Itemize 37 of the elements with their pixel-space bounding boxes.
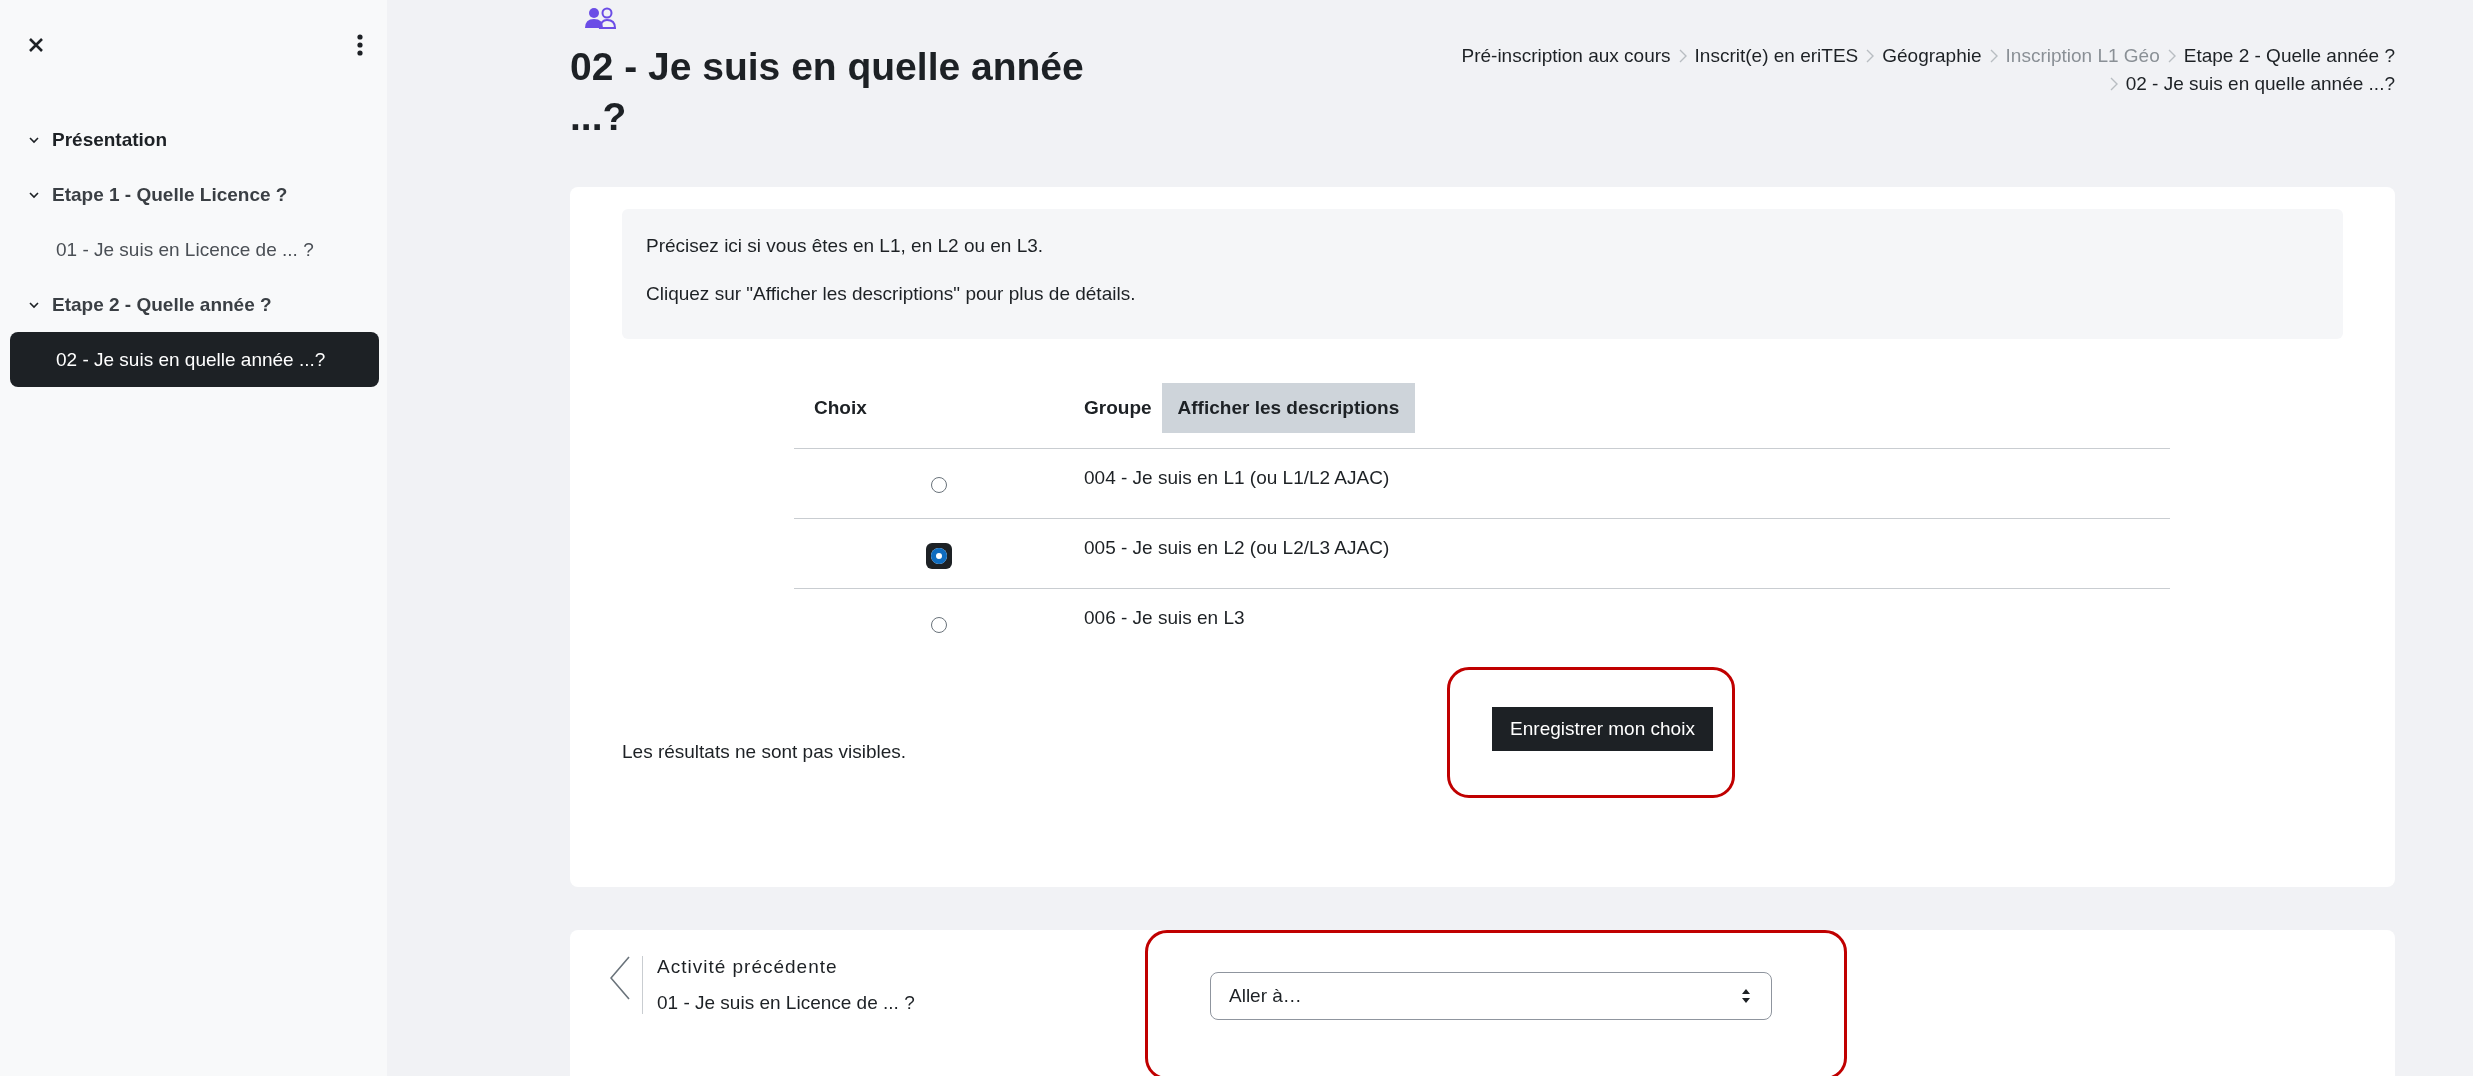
previous-activity-link[interactable]: 01 - Je suis en Licence de ... ? bbox=[657, 992, 915, 1014]
section-title[interactable]: Etape 2 - Quelle année ? bbox=[52, 293, 272, 316]
close-icon bbox=[28, 37, 44, 53]
breadcrumb-link[interactable]: Géographie bbox=[1882, 42, 1982, 70]
intro-text: Précisez ici si vous êtes en L1, en L2 ou en L3. bbox=[646, 235, 1045, 257]
breadcrumb-link[interactable]: 02 - Je suis en quelle année ...? bbox=[2125, 70, 2395, 98]
users-icon bbox=[585, 6, 617, 32]
chevron-left-icon[interactable] bbox=[610, 956, 630, 1000]
chevron-right-icon bbox=[2109, 77, 2118, 91]
breadcrumb-link[interactable]: Inscrit(e) en eriTES bbox=[1694, 42, 1859, 70]
results-note: Les résultats ne sont pas visibles. bbox=[622, 740, 908, 763]
option-label: 005 - Je suis en L2 (ou L2/L3 AJAC) bbox=[1084, 537, 1390, 558]
option-label: 004 - Je suis en L1 (ou L1/L2 AJAC) bbox=[1084, 467, 1390, 488]
section-title[interactable]: Présentation bbox=[52, 128, 168, 151]
save-choice-button[interactable]: Enregistrer mon choix bbox=[1492, 706, 1713, 751]
option-label: 006 - Je suis en L3 bbox=[1084, 607, 1245, 628]
jump-to-select[interactable]: Aller à… bbox=[1210, 972, 1772, 1020]
chevron-right-icon bbox=[1989, 49, 1998, 63]
more-options-button[interactable] bbox=[357, 34, 363, 56]
chevron-right-icon bbox=[1678, 49, 1687, 63]
radio-button[interactable] bbox=[926, 543, 952, 569]
chevron-right-icon bbox=[1866, 49, 1875, 63]
intro-text: Cliquez sur "Afficher les descriptions" pour plus de détails. bbox=[646, 283, 1137, 305]
section-title[interactable]: Etape 1 - Quelle Licence ? bbox=[52, 183, 288, 206]
breadcrumb-link[interactable]: Etape 2 - Quelle année ? bbox=[2183, 42, 2395, 70]
course-index-item[interactable]: 02 - Je suis en quelle année ...? bbox=[10, 332, 379, 387]
page-title: 02 - Je suis en quelle année ...? bbox=[570, 44, 1085, 140]
column-header: Groupe bbox=[1084, 397, 1152, 419]
sort-arrows-icon bbox=[1741, 988, 1751, 1004]
close-button[interactable] bbox=[28, 37, 44, 53]
show-descriptions-button[interactable]: Afficher les descriptions bbox=[1161, 383, 1416, 433]
column-header: Choix bbox=[814, 397, 867, 418]
course-index-item[interactable]: 01 - Je suis en Licence de ... ? bbox=[10, 222, 379, 277]
chevron-right-icon bbox=[2167, 49, 2176, 63]
breadcrumb-link[interactable]: Pré-inscription aux cours bbox=[1461, 42, 1671, 70]
previous-activity-heading[interactable]: Activité précédente bbox=[657, 956, 915, 978]
kebab-menu-icon bbox=[357, 34, 363, 56]
